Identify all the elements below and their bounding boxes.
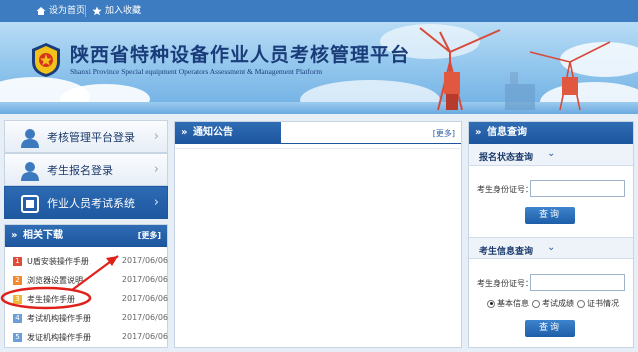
downloads-title: 相关下载 xyxy=(23,230,63,241)
radio-circle xyxy=(577,299,585,308)
nav-operator-exam-system[interactable]: 作业人员考试系统 › xyxy=(4,186,168,219)
rank-badge: 5 xyxy=(13,333,22,342)
download-item[interactable]: 5 发证机构操作手册 2017/06/06 xyxy=(13,330,168,346)
chevron-down-icon: ⌄ xyxy=(547,242,556,253)
downloads-header: » 相关下载 [更多] xyxy=(5,225,167,247)
info-query-button[interactable]: 查询 xyxy=(525,320,575,337)
radio-circle xyxy=(487,299,495,308)
top-bar: 设为首页 加入收藏 xyxy=(0,0,638,22)
radio-label: 考试成绩 xyxy=(542,299,574,308)
double-chevron-icon: » xyxy=(11,230,18,241)
set-home-link[interactable]: 设为首页 xyxy=(36,3,85,19)
bookmark-link[interactable]: 加入收藏 xyxy=(92,3,141,19)
platform-subtitle-en: Shanxi Province Special equipment Operat… xyxy=(70,67,323,76)
status-id-input[interactable] xyxy=(530,180,625,197)
status-query-button[interactable]: 查询 xyxy=(525,207,575,224)
set-home-label: 设为首页 xyxy=(49,6,86,16)
platform-title: 陕西省特种设备作业人员考核管理平台 xyxy=(70,44,411,66)
status-section-title: 报名状态查询 xyxy=(479,153,534,163)
notice-more-link[interactable]: [更多] xyxy=(433,128,455,139)
nav-label: 考生报名登录 xyxy=(47,163,113,177)
double-chevron-icon: » xyxy=(181,127,188,138)
download-name: 发证机构操作手册 xyxy=(27,333,91,342)
chevron-right-icon: › xyxy=(153,195,159,210)
chevron-right-icon: › xyxy=(153,129,159,144)
chevron-down-icon: ⌄ xyxy=(547,148,556,159)
radio-certificate[interactable]: 证书情况 xyxy=(577,298,619,309)
info-query-panel: » 信息查询 报名状态查询 ⌄ 考生身份证号： 查询 考生信息查询 ⌄ 考生身份… xyxy=(468,121,634,348)
divider xyxy=(175,148,463,149)
nav-candidate-registration-login[interactable]: 考生报名登录 › xyxy=(4,153,168,186)
nav-label: 作业人员考试系统 xyxy=(47,196,135,210)
home-icon xyxy=(36,7,46,15)
radio-circle xyxy=(532,299,540,308)
info-id-input[interactable] xyxy=(530,274,625,291)
nav-exam-management-login[interactable]: 考核管理平台登录 › xyxy=(4,120,168,153)
id-number-label: 考生身份证号： xyxy=(477,185,533,194)
info-section-title: 考生信息查询 xyxy=(479,247,534,257)
annotation-arrow xyxy=(0,255,119,310)
double-chevron-icon: » xyxy=(475,127,482,138)
user-icon xyxy=(21,129,39,148)
info-section-header[interactable]: 考生信息查询 ⌄ xyxy=(469,237,633,259)
info-query-title: 信息查询 xyxy=(487,127,527,138)
radio-label: 基本信息 xyxy=(497,299,529,308)
id-number-label: 考生身份证号： xyxy=(477,279,533,288)
emblem-logo xyxy=(32,43,60,77)
user-icon xyxy=(21,162,39,181)
radio-basic-info[interactable]: 基本信息 xyxy=(487,298,529,309)
download-date: 2017/06/06 xyxy=(121,332,168,341)
info-query-header: » 信息查询 xyxy=(469,122,633,144)
port-crane-illustration xyxy=(419,27,611,111)
header-banner: 陕西省特种设备作业人员考核管理平台 Shanxi Province Specia… xyxy=(0,22,638,114)
nav-label: 考核管理平台登录 xyxy=(47,130,135,144)
status-section-header[interactable]: 报名状态查询 ⌄ xyxy=(469,144,633,166)
radio-label: 证书情况 xyxy=(587,299,619,308)
radio-exam-score[interactable]: 考试成绩 xyxy=(532,298,574,309)
notice-panel: » 通知公告 [更多] xyxy=(174,121,463,348)
notice-header: » 通知公告 xyxy=(175,122,281,144)
monitor-icon xyxy=(21,195,39,213)
chevron-right-icon: › xyxy=(153,162,159,177)
topbar-divider xyxy=(85,5,86,17)
notice-title: 通知公告 xyxy=(193,127,233,138)
notice-header-rule xyxy=(281,143,461,144)
bookmark-label: 加入收藏 xyxy=(105,6,142,16)
downloads-more-link[interactable]: [更多] xyxy=(138,225,161,247)
star-icon xyxy=(92,6,102,16)
